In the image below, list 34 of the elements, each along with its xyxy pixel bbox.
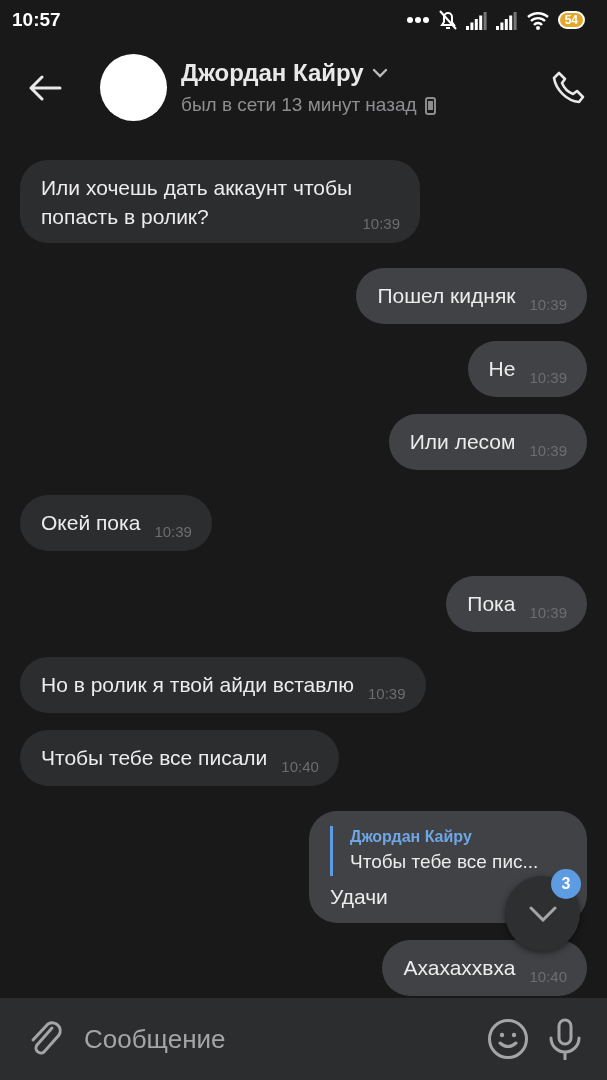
quoted-author: Джордан Кайру [350,827,473,847]
emoji-icon[interactable] [487,1018,529,1060]
message-text: Или лесом [409,430,516,453]
message-text: Не [488,357,516,380]
phone-icon[interactable] [551,69,587,106]
signal-icon [465,10,488,30]
message-text: Но в ролик я твой айди вставлю [41,673,354,696]
message-text: Пока [467,592,516,615]
battery-indicator: 54 [557,11,585,29]
quoted-text: Чтобы тебе все пис... [350,850,540,874]
wifi-icon [525,10,550,30]
microphone-icon[interactable] [547,1018,583,1060]
message-time: 10:39 [362,214,400,234]
more-icon [405,16,430,24]
message-text: Чтобы тебе все писали [41,746,268,769]
signal-icon [495,10,518,30]
phone-device-icon [424,96,436,115]
muted-bell-icon [437,9,458,31]
message-input[interactable]: Сообщение [82,1018,469,1060]
message-time: 10:39 [154,523,192,540]
chevron-down-icon[interactable] [371,68,388,79]
message-composer[interactable]: Сообщение [0,998,607,1080]
message-text: Окей пока [41,511,141,534]
back-icon[interactable] [28,74,62,101]
last-seen-text: был в сети 13 минут назад [181,93,417,118]
chevron-down-icon [528,905,557,922]
message-text: Пошел кидняк [377,284,516,307]
message-text: Ахахаххвха [403,956,516,979]
message-text: Или хочешь дать аккаунт чтобы попасть в ролик? [41,176,353,228]
message-text: Удачи [330,885,388,908]
message-time: 10:39 [367,685,406,702]
contact-name[interactable]: Джордан Кайру [181,55,364,92]
clock: 10:57 [12,7,61,32]
message-time: 10:40 [281,758,319,775]
